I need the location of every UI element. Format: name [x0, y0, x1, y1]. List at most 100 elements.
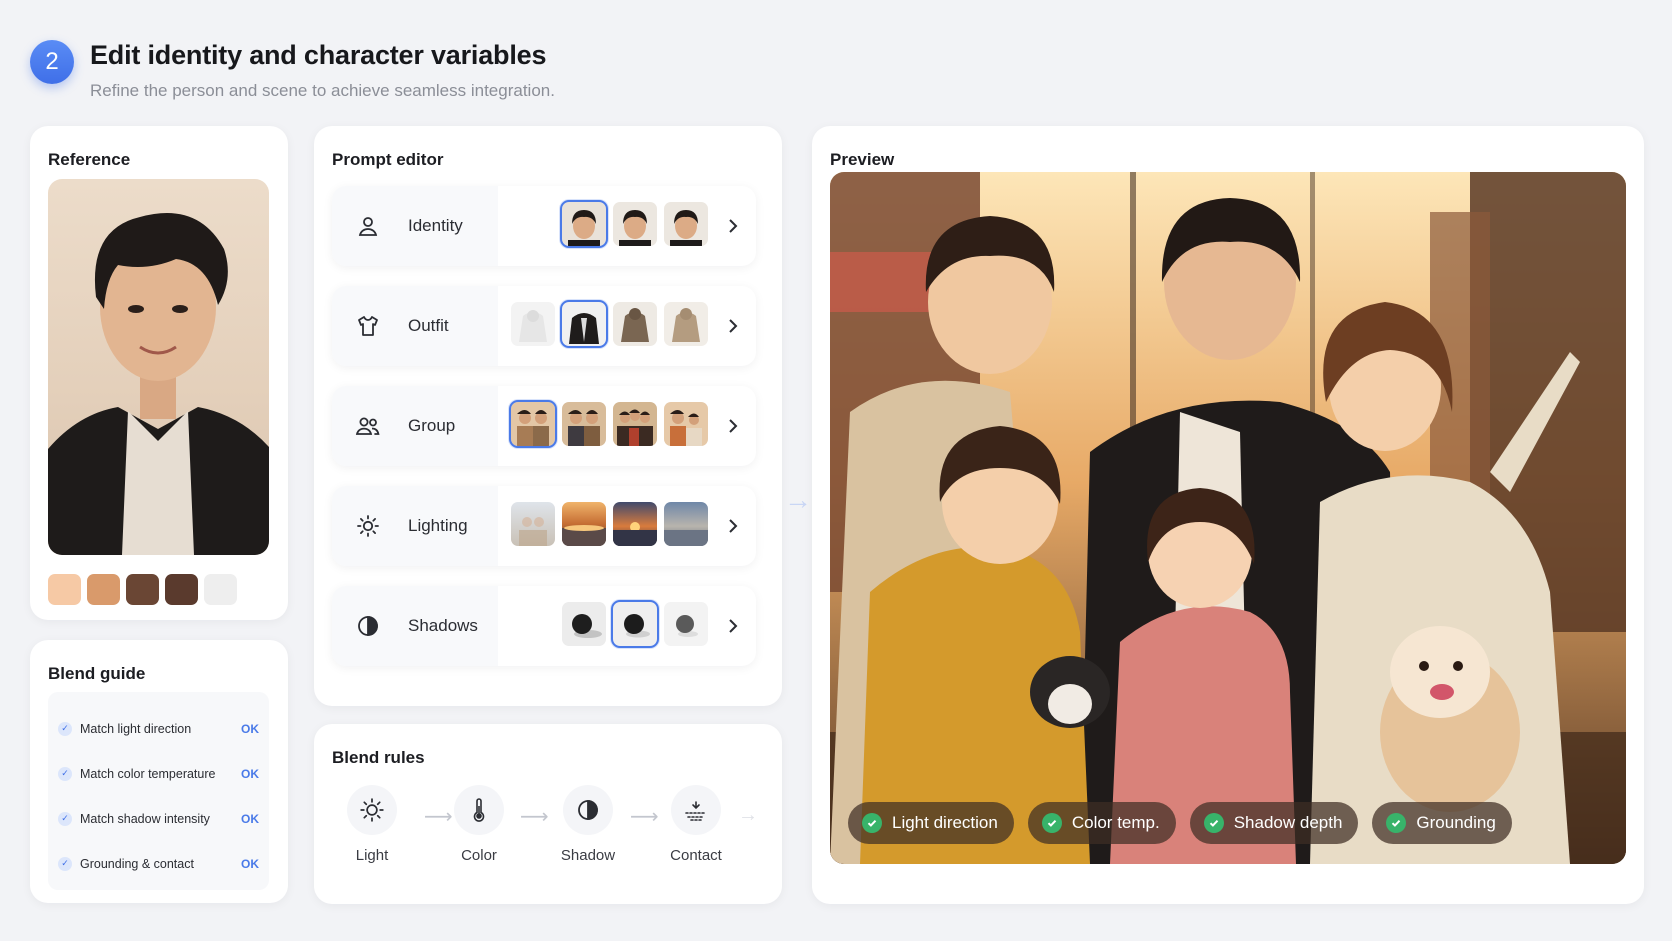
list-item: ✓ Grounding & contact OK — [48, 841, 269, 886]
chevron-right-icon[interactable] — [724, 613, 742, 639]
guide-label: Grounding & contact — [80, 856, 194, 871]
rule-step-light[interactable]: Light — [332, 785, 412, 864]
arrow-right-icon: ⟶ — [630, 806, 659, 828]
rule-label: Color — [461, 847, 497, 864]
check-icon: ✓ — [58, 811, 72, 826]
group-thumb[interactable] — [562, 402, 606, 446]
row-label: Shadows — [408, 616, 478, 635]
people-icon — [354, 412, 382, 440]
list-item: ✓ Match light direction OK — [48, 706, 269, 751]
preview-title: Preview — [830, 150, 895, 169]
preview-image[interactable]: Light direction Color temp. Shadow depth… — [830, 172, 1626, 864]
status-chip-color-temp[interactable]: Color temp. — [1027, 802, 1176, 844]
page-title: Edit identity and character variables — [90, 40, 547, 70]
chevron-right-icon[interactable] — [724, 413, 742, 439]
blend-guide-list: ✓ Match light direction OK ✓ Match color… — [48, 692, 269, 890]
page-header: 2 Edit identity and character variables … — [30, 36, 555, 101]
list-item: ✓ Match shadow intensity OK — [48, 796, 269, 841]
check-icon — [1041, 813, 1062, 833]
identity-thumb[interactable] — [613, 202, 657, 246]
chip-label: Color temp. — [1071, 813, 1160, 832]
check-icon: ✓ — [58, 721, 72, 736]
step-badge: 2 — [30, 40, 74, 84]
editor-row-group[interactable]: Group — [332, 386, 756, 466]
editor-row-shadows[interactable]: Shadows — [332, 586, 756, 666]
rule-step-contact[interactable]: Contact — [656, 785, 736, 864]
contrast-icon — [354, 612, 382, 640]
status-chip-shadow-depth[interactable]: Shadow depth — [1189, 802, 1359, 844]
flow-arrow-icon: → — [784, 484, 812, 515]
status-chip-light-direction[interactable]: Light direction — [848, 802, 1014, 844]
status-badge: OK — [241, 811, 259, 826]
preview-panel: Preview Light direction Color temp. Shad… — [812, 126, 1644, 904]
group-thumb[interactable] — [509, 400, 557, 448]
outfit-thumb[interactable] — [664, 302, 708, 346]
status-badge: OK — [241, 856, 259, 871]
reference-portrait[interactable] — [48, 179, 269, 555]
row-label: Outfit — [408, 316, 449, 335]
status-chip-grounding[interactable]: Grounding — [1372, 802, 1512, 844]
shirt-icon — [354, 312, 382, 340]
color-swatch[interactable] — [126, 574, 159, 605]
rule-label: Contact — [670, 847, 722, 864]
blend-guide-title: Blend guide — [48, 664, 146, 683]
check-icon — [1386, 813, 1407, 833]
shadow-thumb[interactable] — [611, 600, 659, 648]
arrow-right-icon: ⟶ — [520, 806, 549, 828]
chip-label: Grounding — [1416, 813, 1496, 832]
color-swatch[interactable] — [165, 574, 198, 605]
sun-icon — [347, 785, 397, 835]
chip-label: Light direction — [892, 813, 998, 832]
color-swatch[interactable] — [204, 574, 237, 605]
reference-title: Reference — [48, 150, 131, 169]
list-item: ✓ Match color temperature OK — [48, 751, 269, 796]
editor-row-identity[interactable]: Identity — [332, 186, 756, 266]
group-thumb[interactable] — [664, 402, 708, 446]
rule-label: Shadow — [560, 847, 616, 864]
preview-illustration — [830, 172, 1626, 864]
shadow-thumb[interactable] — [664, 602, 708, 646]
check-icon — [862, 813, 882, 833]
sun-icon — [354, 512, 382, 540]
ground-contact-icon — [671, 785, 721, 835]
row-label: Group — [408, 416, 456, 435]
color-swatch[interactable] — [48, 574, 81, 605]
identity-thumb[interactable] — [664, 202, 708, 246]
identity-thumb[interactable] — [560, 200, 608, 248]
editor-row-lighting[interactable]: Lighting — [332, 486, 756, 566]
outfit-thumb[interactable] — [560, 300, 608, 348]
arrow-right-icon: → — [738, 804, 758, 826]
chevron-right-icon[interactable] — [724, 213, 742, 239]
chip-label: Shadow depth — [1233, 813, 1343, 832]
check-icon — [1203, 813, 1224, 833]
reference-panel: Reference — [30, 126, 288, 620]
status-badge: OK — [241, 766, 259, 781]
chevron-right-icon[interactable] — [724, 513, 742, 539]
lighting-thumb[interactable] — [562, 502, 606, 546]
check-icon: ✓ — [58, 766, 72, 781]
row-label: Lighting — [408, 516, 468, 535]
page-subtitle: Refine the person and scene to achieve s… — [90, 81, 555, 100]
status-badge: OK — [241, 721, 259, 736]
color-swatches — [48, 574, 237, 605]
check-icon: ✓ — [58, 856, 72, 871]
contrast-icon — [563, 785, 613, 835]
lighting-thumb[interactable] — [664, 502, 708, 546]
chevron-right-icon[interactable] — [724, 313, 742, 339]
guide-label: Match shadow intensity — [80, 811, 210, 826]
rule-step-color[interactable]: Color — [439, 785, 519, 864]
reference-portrait-illustration — [48, 213, 269, 555]
rule-label: Light — [355, 847, 389, 864]
rule-step-shadow[interactable]: Shadow — [548, 785, 628, 864]
color-swatch[interactable] — [87, 574, 120, 605]
outfit-thumb[interactable] — [613, 302, 657, 346]
group-thumb[interactable] — [613, 402, 657, 446]
lighting-thumb[interactable] — [511, 502, 555, 546]
editor-row-outfit[interactable]: Outfit — [332, 286, 756, 366]
shadow-thumb[interactable] — [562, 602, 606, 646]
guide-label: Match light direction — [80, 721, 192, 736]
outfit-thumb[interactable] — [511, 302, 555, 346]
blend-rules-title: Blend rules — [332, 748, 425, 767]
person-icon — [354, 212, 382, 240]
lighting-thumb[interactable] — [613, 502, 657, 546]
